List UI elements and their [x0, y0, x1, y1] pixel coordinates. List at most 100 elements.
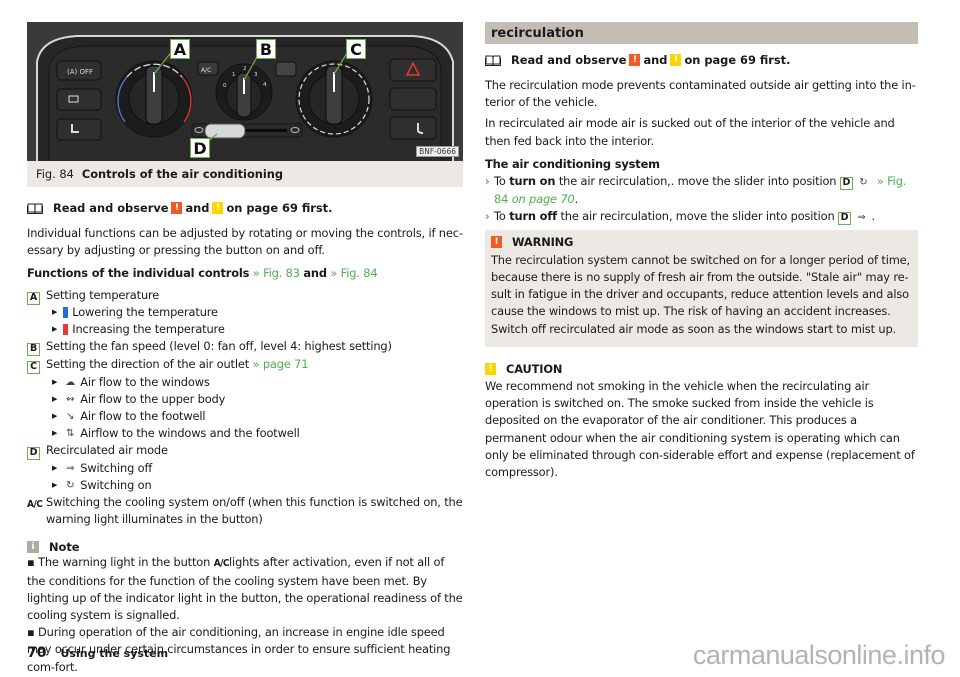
info-icon: i: [27, 541, 39, 554]
read-observe-and: and: [643, 53, 668, 67]
caution-mark-icon: !: [212, 202, 224, 214]
ac-key-label: A/C: [213, 558, 230, 570]
figure-caption: Fig. 84 Controls of the air conditioning: [27, 161, 463, 187]
sub-item: ▶ ⇅ Airflow to the windows and the footwel…: [46, 425, 463, 442]
step-text: To: [494, 174, 506, 189]
bullet-triangle-icon: ▶: [52, 377, 58, 386]
svg-text:1: 1: [232, 72, 236, 78]
section-title: recirculation: [485, 22, 918, 44]
ac-key-label: A/C: [27, 499, 43, 511]
subheading: The air conditioning system: [485, 156, 660, 171]
sub-item-text: Switching off: [80, 460, 153, 475]
step-bold: turn on: [509, 174, 556, 189]
svg-text:0: 0: [223, 83, 227, 89]
sub-item: ▶ ⇒ Switching off: [46, 460, 463, 477]
note-item: ▪ The warning light in the button A/Clig…: [27, 555, 463, 623]
control-item-d: D Recirculated air mode ▶ ⇒ Switching off …: [27, 442, 463, 494]
sub-item-text: Increasing the temperature: [72, 322, 225, 337]
read-observe-prefix: Read and observe: [53, 201, 169, 215]
sub-item: ▶ ☁ Air flow to the windows: [46, 374, 463, 391]
page-footer: 70 Using the system: [27, 645, 168, 661]
sub-item-text: Lowering the temperature: [72, 304, 218, 319]
controls-list: A Setting temperature ▶ Lowering the temp…: [27, 287, 463, 529]
link-fig-83[interactable]: » Fig. 83: [253, 266, 300, 280]
bullet-triangle-icon: ▶: [52, 394, 58, 403]
warning-mark-icon: !: [171, 202, 183, 214]
control-item-b: B Setting the fan speed (level 0: fan of…: [27, 338, 463, 357]
right-column: recirculation Read and observe ! and ! o…: [485, 22, 918, 481]
fresh-air-icon: ⇒: [66, 462, 75, 474]
note-header: i Note: [27, 540, 463, 554]
figure-code: BNF-0666: [416, 146, 459, 157]
warning-box: ! WARNING The recirculation system canno…: [485, 229, 918, 347]
step-turn-off: › To turn off the air recirculation, mov…: [485, 208, 918, 226]
read-observe-line: Read and observe ! and ! on page 69 firs…: [485, 53, 918, 67]
sub-item-text: Switching on: [80, 477, 152, 492]
step-end: .: [871, 209, 876, 224]
figure-ac-controls: (A) OFF A/C 0 1 2 3 4 A B C D BNF-0666: [27, 22, 463, 161]
link-page-70[interactable]: on page 70: [512, 192, 575, 206]
caution-mark-icon: !: [670, 54, 682, 66]
step-text: the air recirculation, move the slider i…: [560, 209, 835, 224]
bullet-triangle-icon: ▶: [52, 429, 58, 438]
callout-b: B: [256, 39, 276, 59]
warning-title: WARNING: [512, 234, 574, 249]
book-icon: [27, 202, 43, 214]
ac-panel-illustration: (A) OFF A/C 0 1 2 3 4: [27, 22, 463, 161]
link-page-71[interactable]: » page 71: [253, 357, 309, 371]
callout-d: D: [190, 138, 210, 158]
bullet-triangle-icon: ▶: [52, 463, 58, 472]
step-text: To: [494, 209, 506, 224]
watermark: carmanualsonline.info: [692, 640, 946, 670]
left-column: (A) OFF A/C 0 1 2 3 4 A B C D BNF-0666 F…: [27, 22, 463, 676]
warning-mark-icon: !: [491, 236, 502, 249]
read-observe-line: Read and observe ! and ! on page 69 firs…: [27, 201, 463, 215]
callout-a: A: [170, 39, 190, 59]
step-end: .: [574, 192, 579, 207]
off-button-label: (A) OFF: [67, 68, 93, 76]
key-d-badge: D: [27, 447, 40, 461]
control-d-text: Recirculated air mode: [46, 443, 168, 458]
sub-item: ▶ ↻ Switching on: [46, 477, 463, 494]
caution-title: CAUTION: [506, 361, 563, 376]
control-c-text: Setting the direction of the air outlet: [46, 357, 250, 372]
key-b-badge: B: [27, 343, 40, 357]
note-title: Note: [49, 540, 80, 555]
key-d-badge: D: [839, 177, 853, 191]
sub-item: ▶ Increasing the temperature: [46, 321, 463, 338]
windscreen-airflow-icon: ☁: [65, 376, 76, 388]
bullet-triangle-icon: ▶: [52, 307, 58, 316]
sub-item-text: Air flow to the footwell: [80, 409, 206, 424]
control-item-a: A Setting temperature ▶ Lowering the temp…: [27, 287, 463, 339]
read-observe-suffix: on page 69 first.: [684, 53, 791, 67]
recirculation-icon: ↻: [66, 479, 75, 491]
figure-title: Controls of the air conditioning: [81, 167, 284, 181]
warning-text: The recirculation system cannot be switc…: [491, 252, 910, 336]
functions-heading-and: and: [303, 266, 327, 281]
blue-bar-icon: [63, 306, 69, 318]
intro-paragraph: Individual functions can be adjusted by …: [27, 226, 463, 258]
link-fig-84[interactable]: » Fig. 84: [330, 266, 377, 280]
page-number: 70: [27, 645, 47, 661]
sub-item: ▶ ↭ Air flow to the upper body: [46, 391, 463, 408]
sub-item-text: Airflow to the windows and the footwell: [80, 426, 300, 441]
book-icon: [485, 54, 501, 66]
control-ac-text: Switching the cooling system on/off (whe…: [46, 495, 463, 527]
paragraph-1: The recirculation mode prevents contamin…: [485, 78, 916, 110]
fresh-air-icon: ⇒: [857, 212, 866, 224]
red-bar-icon: [63, 324, 69, 336]
step-turn-on: › To turn on the air recirculation,. mov…: [485, 173, 918, 208]
callout-c: C: [346, 39, 366, 59]
paragraph-2: In recirculated air mode air is sucked o…: [485, 116, 895, 148]
read-observe-and: and: [185, 201, 210, 215]
read-observe-suffix: on page 69 first.: [226, 201, 333, 215]
sub-item: ▶ ↘ Air flow to the footwell: [46, 408, 463, 425]
key-a-badge: A: [27, 291, 40, 305]
caution-mark-icon: !: [485, 363, 496, 376]
control-item-c: C Setting the direction of the air outle…: [27, 356, 463, 442]
footer-section: Using the system: [60, 647, 169, 660]
bullet-triangle-icon: ▶: [52, 480, 58, 489]
caution-text: We recommend not smoking in the vehicle …: [485, 379, 915, 480]
control-a-text: Setting temperature: [46, 287, 160, 302]
warning-mark-icon: !: [629, 54, 641, 66]
